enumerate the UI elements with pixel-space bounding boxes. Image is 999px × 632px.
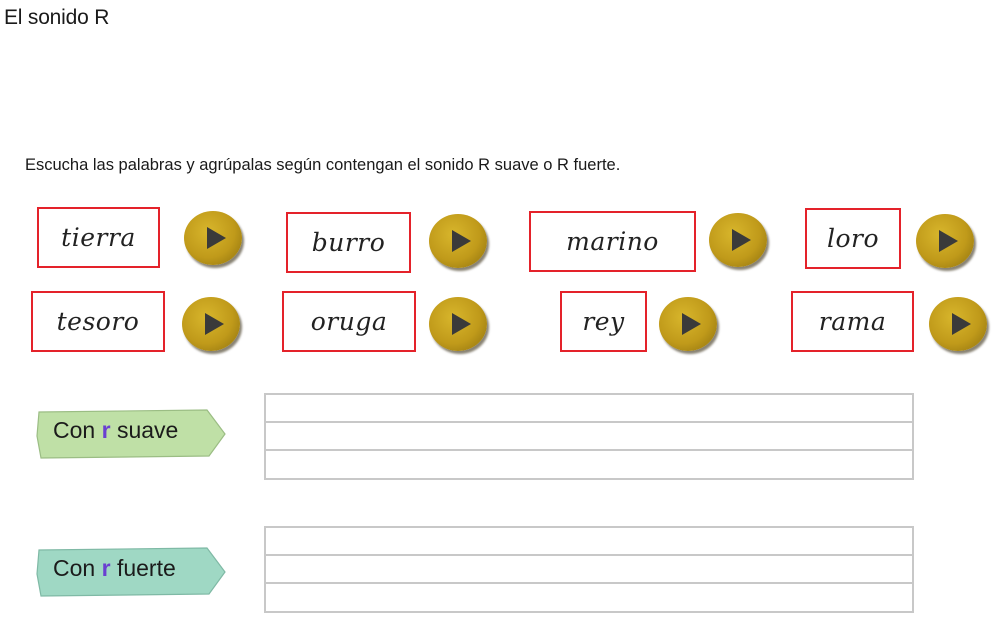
tag-prefix: Con [53, 417, 96, 443]
play-icon [452, 230, 471, 252]
word-label: marino [566, 227, 659, 256]
group-label-suave: Con r suave [35, 408, 229, 459]
play-icon [205, 313, 224, 335]
answer-line [266, 449, 912, 451]
word-label: rey [582, 307, 625, 336]
play-button-tierra[interactable] [184, 211, 242, 265]
play-button-tesoro[interactable] [182, 297, 240, 351]
word-label: tierra [61, 223, 136, 252]
play-button-oruga[interactable] [429, 297, 487, 351]
drop-zone-fuerte[interactable] [264, 526, 914, 613]
tag-letter: r [101, 417, 111, 443]
word-card-tesoro[interactable]: tesoro [31, 291, 165, 352]
answer-line [266, 421, 912, 423]
instruction-text: Escucha las palabras y agrúpalas según c… [25, 156, 621, 174]
play-icon [732, 229, 751, 251]
word-card-marino[interactable]: marino [529, 211, 696, 272]
word-card-tierra[interactable]: tierra [37, 207, 160, 268]
word-card-rey[interactable]: rey [560, 291, 647, 352]
drop-zone-suave[interactable] [264, 393, 914, 480]
tag-suffix: suave [116, 417, 179, 443]
play-icon [952, 313, 971, 335]
play-button-loro[interactable] [916, 214, 974, 268]
word-card-rama[interactable]: rama [791, 291, 914, 352]
word-card-burro[interactable]: burro [286, 212, 411, 273]
word-label: rama [818, 307, 887, 336]
play-icon [939, 230, 958, 252]
word-card-loro[interactable]: loro [805, 208, 901, 269]
word-label: oruga [310, 307, 388, 336]
play-button-marino[interactable] [709, 213, 767, 267]
group-label-fuerte: Con r fuerte [35, 546, 229, 597]
play-button-rama[interactable] [929, 297, 987, 351]
play-button-burro[interactable] [429, 214, 487, 268]
word-label: loro [826, 224, 880, 253]
play-button-rey[interactable] [659, 297, 717, 351]
word-label: tesoro [56, 307, 140, 336]
play-icon [207, 227, 226, 249]
tag-suffix: fuerte [116, 555, 176, 581]
answer-line [266, 582, 912, 584]
tag-prefix: Con [53, 555, 96, 581]
tag-letter: r [101, 555, 111, 581]
page-title: El sonido R [4, 6, 110, 29]
word-label: burro [311, 228, 386, 257]
play-icon [682, 313, 701, 335]
play-icon [452, 313, 471, 335]
answer-line [266, 554, 912, 556]
word-card-oruga[interactable]: oruga [282, 291, 416, 352]
